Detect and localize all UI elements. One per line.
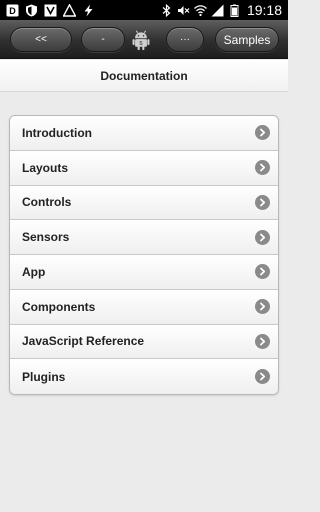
chevron-right-icon xyxy=(255,194,270,210)
list-item-layouts[interactable]: Layouts xyxy=(10,150,278,186)
app-icon: D xyxy=(6,4,19,17)
back-button[interactable]: << xyxy=(10,27,72,52)
chevron-right-icon xyxy=(255,333,270,349)
android-icon: 5 xyxy=(128,27,154,53)
charging-icon xyxy=(82,4,95,17)
samples-button[interactable]: Samples xyxy=(215,27,279,52)
list-item-label: Sensors xyxy=(22,230,70,245)
documentation-list: Introduction Layouts Controls Sensors Ap… xyxy=(9,115,279,395)
minus-button[interactable]: - xyxy=(81,27,125,52)
status-time: 19:18 xyxy=(246,2,282,18)
wifi-icon xyxy=(193,4,207,17)
svg-text:D: D xyxy=(9,6,16,16)
chevron-right-icon xyxy=(255,160,270,176)
list-item-label: Controls xyxy=(22,195,72,210)
usb-icon xyxy=(44,4,57,17)
bluetooth-icon xyxy=(160,3,173,17)
chevron-right-icon xyxy=(255,264,270,280)
status-bar-right: 19:18 xyxy=(160,0,288,20)
list-item-controls[interactable]: Controls xyxy=(10,185,278,221)
list-item-label: Layouts xyxy=(22,160,69,175)
list-item-label: Plugins xyxy=(22,369,66,384)
list-item-label: Introduction xyxy=(22,125,92,140)
status-bar: D 19:18 xyxy=(0,0,288,20)
chevron-right-icon xyxy=(255,299,270,315)
chevron-right-icon xyxy=(255,229,270,245)
chevron-right-icon xyxy=(255,369,270,385)
shield-icon xyxy=(25,4,38,17)
battery-icon xyxy=(228,4,241,17)
list-item-components[interactable]: Components xyxy=(10,289,278,325)
status-bar-left: D xyxy=(0,0,95,20)
triangle-alert-icon xyxy=(63,3,76,17)
list-item-introduction[interactable]: Introduction xyxy=(10,116,278,151)
chevron-right-icon xyxy=(255,125,270,141)
list-item-label: App xyxy=(22,264,46,279)
more-button[interactable]: ··· xyxy=(166,27,204,52)
list-item-javascript-reference[interactable]: JavaScript Reference xyxy=(10,324,278,360)
list-item-plugins[interactable]: Plugins xyxy=(10,359,278,394)
top-toolbar: << - 5 ··· Samples xyxy=(0,20,288,59)
list-item-app[interactable]: App xyxy=(10,255,278,290)
list-item-label: Components xyxy=(22,299,96,314)
signal-icon xyxy=(211,4,224,17)
mute-icon xyxy=(177,4,190,17)
list-item-sensors[interactable]: Sensors xyxy=(10,220,278,255)
list-item-label: JavaScript Reference xyxy=(22,334,145,349)
page-header: Documentation xyxy=(0,60,288,92)
page-title: Documentation xyxy=(100,68,188,83)
